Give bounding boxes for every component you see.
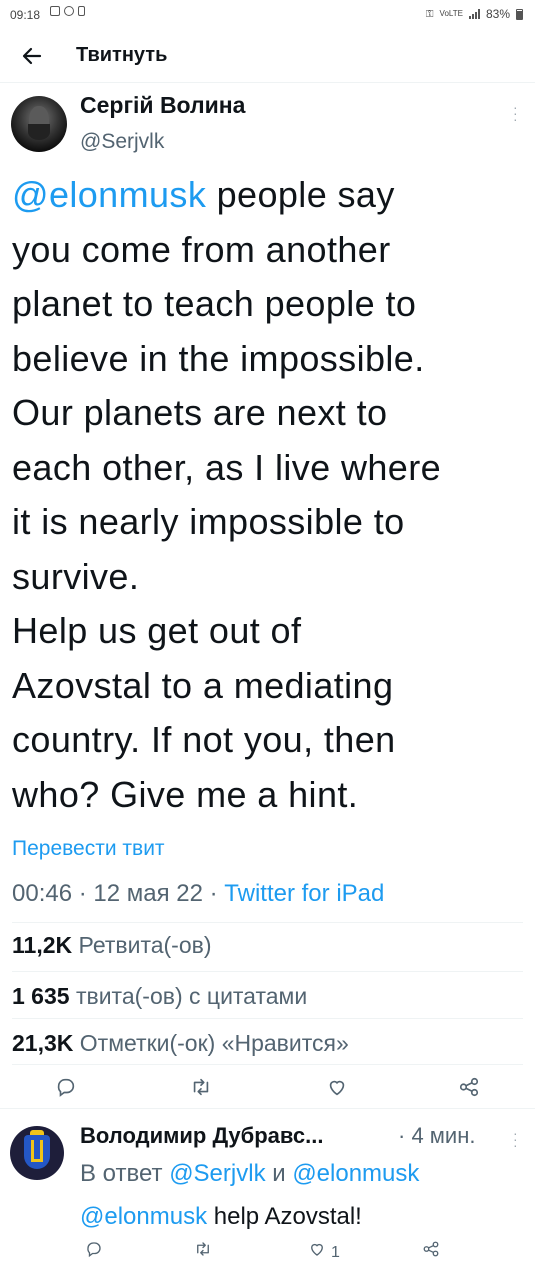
tweet-text: @elonmusk people say you come from anoth…: [12, 168, 527, 822]
replying-mention[interactable]: @Serjvlk: [169, 1160, 265, 1187]
like-icon[interactable]: [305, 1240, 329, 1264]
tweet-line: believe in the impossible.: [12, 337, 425, 379]
retweet-icon[interactable]: [191, 1240, 215, 1264]
meta-separator: ·: [72, 880, 94, 907]
battery-percent: 83%: [485, 7, 510, 21]
download-notification-icon: [78, 6, 85, 16]
author-avatar[interactable]: [11, 96, 67, 152]
quotes-label: твита(-ов) с цитатами: [75, 983, 308, 1009]
status-bar: 09:18 ⚿ VoLTE 83%: [0, 0, 535, 30]
network-icon: VoLTE: [439, 9, 463, 18]
signal-icon: [468, 9, 480, 19]
tweet-line: who? Give me a hint.: [12, 773, 359, 815]
reply-author-avatar[interactable]: [10, 1126, 64, 1180]
vpn-icon: ⚿: [425, 8, 434, 20]
quotes-stat[interactable]: 1 635 твита(-ов) с цитатами: [12, 983, 307, 1010]
tweet-actions: [0, 1074, 535, 1110]
status-time: 09:18: [10, 8, 41, 22]
notification-icons: [50, 6, 85, 16]
reply-like-count: 1: [331, 1244, 340, 1261]
reply-body: help Azovstal!: [207, 1203, 362, 1230]
divider: [12, 1064, 523, 1065]
tweet-line: you come from another: [12, 228, 391, 270]
author-handle[interactable]: @Serjvlk: [80, 130, 164, 154]
replying-prefix: В ответ: [80, 1160, 170, 1187]
author-name[interactable]: Сергій Волина: [80, 92, 245, 119]
tweet-line: it is nearly impossible to: [12, 501, 405, 542]
tweet-line: Azovstal to a mediating: [12, 664, 394, 706]
reply-icon[interactable]: [54, 1076, 78, 1100]
reply-mention[interactable]: @elonmusk: [80, 1203, 207, 1230]
reply-actions: [0, 1238, 535, 1274]
tweet-time[interactable]: 00:46: [12, 880, 72, 907]
divider: [0, 1108, 535, 1109]
divider: [12, 1018, 523, 1019]
tweet-source[interactable]: Twitter for iPad: [224, 880, 384, 907]
page-title: Твитнуть: [76, 44, 168, 66]
divider: [12, 971, 523, 972]
tweet-line: planet to teach people to: [12, 283, 417, 324]
retweet-icon[interactable]: [189, 1076, 213, 1100]
replying-to: В ответ @Serjvlk и @elonmusk: [80, 1160, 419, 1188]
gallery-notification-icon: [50, 6, 60, 16]
tweet-line-text: people say: [206, 174, 395, 215]
tweet-line: survive.: [12, 555, 140, 597]
translate-link[interactable]: Перевести твит: [12, 837, 165, 861]
top-bar: Твитнуть: [0, 30, 535, 83]
quotes-count: 1 635: [12, 983, 70, 1009]
retweets-count: 11,2K: [12, 932, 73, 958]
mention-link[interactable]: @elonmusk: [12, 174, 206, 215]
status-right: ⚿ VoLTE 83%: [426, 7, 523, 21]
trident-icon: [31, 1140, 43, 1162]
share-icon[interactable]: [419, 1240, 443, 1264]
replying-mention[interactable]: @elonmusk: [292, 1160, 419, 1187]
divider: [12, 922, 523, 923]
retweets-label: Ретвита(-ов): [78, 932, 212, 958]
tweet-line: Help us get out of: [12, 610, 302, 651]
replying-joiner: и: [265, 1160, 293, 1187]
tweet-line: each other, as I live where: [12, 446, 442, 488]
reply-time: · 4 мин.: [398, 1123, 476, 1148]
avatar-beard: [28, 124, 50, 140]
reply-more-options-icon[interactable]: · · ·: [513, 1126, 518, 1152]
tweet-line: @elonmusk people say: [12, 168, 527, 223]
tweet-date[interactable]: 12 мая 22: [93, 880, 203, 907]
arrow-left-icon[interactable]: [18, 42, 46, 70]
search-notification-icon: [64, 6, 74, 16]
likes-stat[interactable]: 21,3K Отметки(-ок) «Нравится»: [12, 1030, 349, 1057]
battery-icon: [516, 8, 523, 20]
tweet-line: country. If not you, then: [12, 719, 396, 760]
reply-author-name[interactable]: Володимир Дубравс...: [80, 1123, 323, 1149]
like-icon[interactable]: [325, 1076, 349, 1100]
share-icon[interactable]: [457, 1076, 481, 1100]
retweets-stat[interactable]: 11,2K Ретвита(-ов): [12, 932, 212, 959]
reply-text: @elonmusk help Azovstal!: [80, 1203, 362, 1231]
tweet-line: Our planets are next to: [12, 392, 388, 433]
likes-label: Отметки(-ок) «Нравится»: [79, 1030, 349, 1056]
tweet-meta: 00:46 · 12 мая 22 · Twitter for iPad: [12, 880, 384, 908]
more-options-icon[interactable]: · · ·: [513, 100, 518, 126]
meta-separator: ·: [202, 880, 225, 907]
reply-icon[interactable]: [82, 1240, 106, 1264]
likes-count: 21,3K: [12, 1030, 74, 1056]
